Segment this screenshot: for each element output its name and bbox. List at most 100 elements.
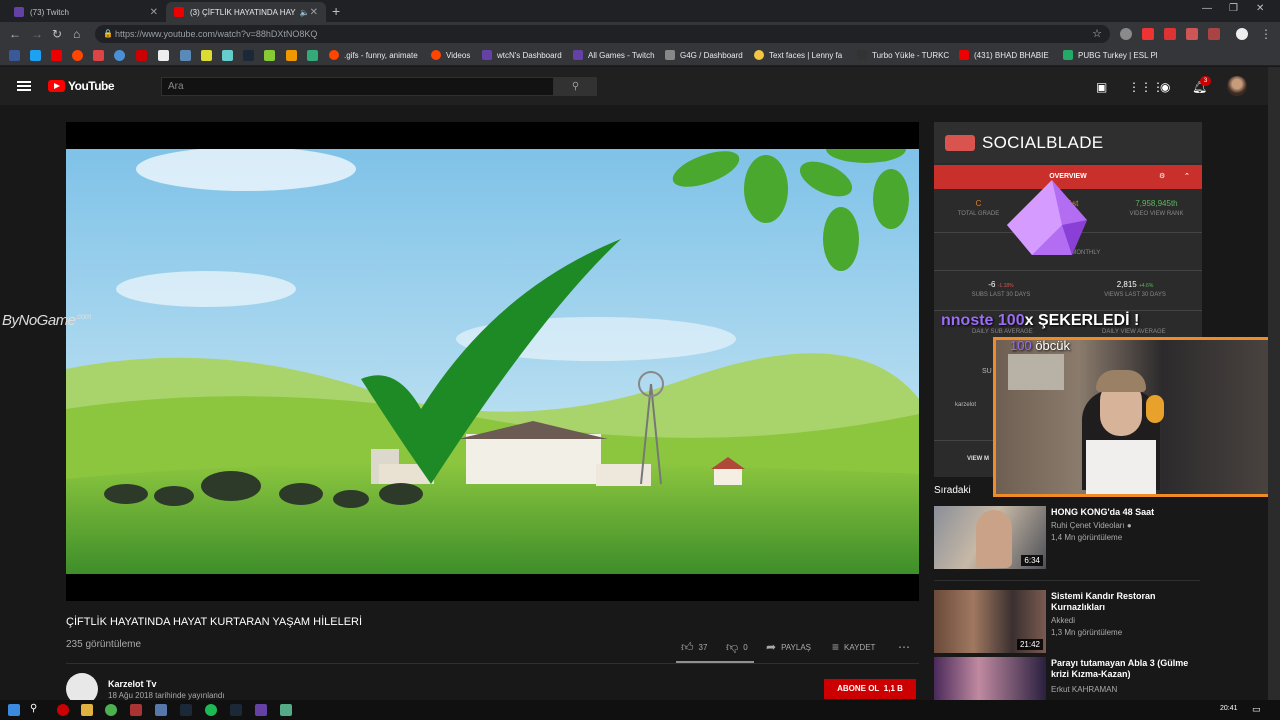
- action-center-icon[interactable]: ▭: [1252, 704, 1264, 716]
- divider: [934, 580, 1200, 581]
- bookmark-icon[interactable]: [307, 50, 318, 61]
- watermark-text: ByNoGame: [2, 312, 76, 329]
- recommended-video[interactable]: 6:34 HONG KONG'da 48 Saat Ruhi Çenet Vid…: [934, 506, 1200, 570]
- share-icon: ➦: [766, 640, 777, 654]
- bookmark-item[interactable]: Videos: [431, 50, 470, 60]
- bookmark-item[interactable]: wtcN's Dashboard: [482, 50, 562, 60]
- bookmark-item[interactable]: PUBG Turkey | ESL Pl: [1063, 50, 1158, 60]
- video-title[interactable]: Parayı tutamayan Abla 3 (Gülme krizi Kız…: [1051, 658, 1200, 680]
- bookmark-icon[interactable]: [286, 50, 297, 61]
- create-video-icon[interactable]: ▣: [1096, 80, 1107, 94]
- bookmark-item[interactable]: All Games - Twitch: [573, 50, 655, 60]
- close-window-icon[interactable]: ✕: [1256, 3, 1264, 14]
- account-avatar[interactable]: [1227, 76, 1247, 96]
- tab-twitch[interactable]: (73) Twitch ✕: [6, 2, 166, 22]
- menu-icon[interactable]: ⋮: [1260, 27, 1272, 41]
- stat-change: +4.6%: [1138, 283, 1154, 289]
- folder-icon[interactable]: [81, 704, 93, 716]
- reddit-icon[interactable]: [72, 50, 83, 61]
- search-input[interactable]: Ara: [161, 77, 554, 96]
- extension-icon[interactable]: [1164, 28, 1176, 40]
- profile-icon[interactable]: [1236, 28, 1248, 40]
- forward-icon[interactable]: →: [31, 27, 43, 41]
- bookmark-item[interactable]: .gifs - funny, animate: [329, 50, 418, 60]
- steam-icon[interactable]: [230, 704, 242, 716]
- video-thumbnail[interactable]: 21:42: [934, 590, 1046, 653]
- more-actions-button[interactable]: ⋯: [898, 640, 915, 654]
- bookmark-icon[interactable]: [222, 50, 233, 61]
- clock[interactable]: 20:41: [1220, 705, 1238, 712]
- bookmark-icon[interactable]: [264, 50, 275, 61]
- recommended-video[interactable]: Parayı tutamayan Abla 3 (Gülme krizi Kız…: [934, 657, 1200, 700]
- close-icon[interactable]: ✕: [310, 7, 318, 18]
- thumbnail-face: [976, 510, 1012, 568]
- bookmark-label: Turbo Yükle - TURKC: [872, 50, 950, 60]
- twitter-icon[interactable]: [30, 50, 41, 61]
- channel-label: Ruhi Çenet Videoları: [1051, 521, 1125, 530]
- bookmark-item[interactable]: Turbo Yükle - TURKC: [857, 50, 949, 60]
- extension-icon[interactable]: [1208, 28, 1220, 40]
- app-icon[interactable]: [155, 704, 167, 716]
- save-button[interactable]: ≡ KAYDET: [832, 640, 875, 654]
- steam-icon[interactable]: [180, 704, 192, 716]
- audio-icon[interactable]: 🔈: [300, 8, 310, 17]
- star-icon[interactable]: ☆: [1092, 25, 1102, 43]
- steam-icon[interactable]: [243, 50, 254, 61]
- back-icon[interactable]: ←: [9, 27, 21, 41]
- app-icon[interactable]: [280, 704, 292, 716]
- windows-start-icon[interactable]: [8, 704, 20, 716]
- stat-value: 2,815: [1116, 280, 1137, 289]
- url-input[interactable]: 🔒 https://www.youtube.com/watch?v=88hDXt…: [95, 25, 1110, 43]
- minimize-icon[interactable]: —: [1202, 3, 1212, 14]
- gmail-icon[interactable]: [93, 50, 104, 61]
- page-scrollbar[interactable]: [1268, 67, 1280, 700]
- extension-icon[interactable]: [1120, 28, 1132, 40]
- reload-icon[interactable]: ↻: [52, 27, 62, 41]
- apps-grid-icon[interactable]: ⋮⋮⋮: [1128, 80, 1164, 94]
- extension-icon[interactable]: [1186, 28, 1198, 40]
- extension-icon[interactable]: [1142, 28, 1154, 40]
- bookmarks-bar: .gifs - funny, animate Videos wtcN's Das…: [0, 46, 1280, 66]
- view-more-link[interactable]: VIEW M: [967, 456, 989, 462]
- facebook-icon[interactable]: [9, 50, 20, 61]
- bookmark-icon[interactable]: [136, 50, 147, 61]
- video-title[interactable]: HONG KONG'da 48 Saat: [1051, 507, 1201, 518]
- overview-tab[interactable]: OVERVIEW: [1049, 173, 1087, 180]
- new-tab-button[interactable]: +: [332, 3, 340, 19]
- video-thumbnail[interactable]: 6:34: [934, 506, 1046, 569]
- dislike-button[interactable]: 👎︎ 0: [726, 640, 748, 655]
- chrome-icon[interactable]: [105, 704, 117, 716]
- spotify-icon[interactable]: [205, 704, 217, 716]
- gear-icon[interactable]: ⚙: [1159, 165, 1165, 189]
- youtube-logo[interactable]: YouTube: [48, 79, 115, 93]
- bookmark-icon[interactable]: [114, 50, 125, 61]
- video-thumbnail[interactable]: [934, 657, 1046, 700]
- restore-icon[interactable]: ❐: [1229, 3, 1238, 14]
- home-icon[interactable]: ⌂: [73, 27, 80, 41]
- search-icon[interactable]: ⚲: [30, 703, 42, 715]
- bookmark-icon[interactable]: [158, 50, 169, 61]
- bookmark-item[interactable]: G4G / Dashboard: [665, 50, 743, 60]
- donation-text: öbcük: [1035, 338, 1071, 353]
- subscribe-button[interactable]: ABONE OL 1,1 B: [824, 679, 916, 699]
- bookmark-item[interactable]: (431) BHAD BHABIE: [959, 50, 1049, 60]
- bookmark-icon[interactable]: [180, 50, 191, 61]
- video-player[interactable]: [66, 122, 919, 601]
- bookmark-icon[interactable]: [201, 50, 212, 61]
- share-button[interactable]: ➦ PAYLAŞ: [766, 640, 811, 654]
- messages-icon[interactable]: ◉: [1160, 80, 1170, 94]
- chevron-up-icon[interactable]: ⌃: [1184, 165, 1190, 189]
- search-button[interactable]: ⚲: [554, 77, 597, 96]
- like-button[interactable]: 👍︎ 37: [681, 640, 707, 655]
- opera-icon[interactable]: [57, 704, 69, 716]
- hamburger-menu-icon[interactable]: [17, 81, 31, 91]
- close-icon[interactable]: ✕: [150, 7, 158, 18]
- tab-youtube[interactable]: (3) ÇİFTLİK HAYATINDA HAY 🔈 ✕: [166, 2, 326, 22]
- app-icon[interactable]: [130, 704, 142, 716]
- channel-name[interactable]: Karzelot Tv: [108, 679, 157, 689]
- youtube-icon[interactable]: [51, 50, 62, 61]
- recommended-video[interactable]: 21:42 Sistemi Kandır Restoran Kurnazlıkl…: [934, 590, 1200, 654]
- video-title[interactable]: Sistemi Kandır Restoran Kurnazlıkları: [1051, 591, 1201, 613]
- bookmark-item[interactable]: Text faces | Lenny fa: [754, 50, 842, 60]
- twitch-icon[interactable]: [255, 704, 267, 716]
